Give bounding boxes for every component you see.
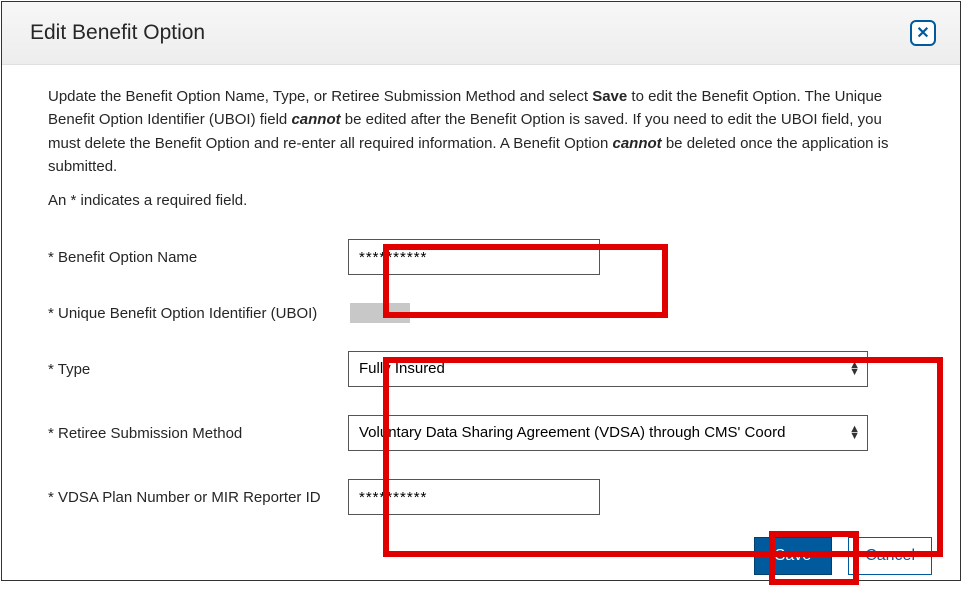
form-area: * Benefit Option Name * Unique Benefit O… xyxy=(48,239,914,515)
dialog-body: Update the Benefit Option Name, Type, or… xyxy=(2,65,960,537)
retiree-method-select[interactable]: Voluntary Data Sharing Agreement (VDSA) … xyxy=(348,415,868,451)
highlight-box-selects xyxy=(383,357,943,557)
dialog-title: Edit Benefit Option xyxy=(30,21,205,45)
row-benefit-option-name: * Benefit Option Name xyxy=(48,239,914,275)
dialog-footer: Save Cancel xyxy=(2,537,960,589)
row-uboi: * Unique Benefit Option Identifier (UBOI… xyxy=(48,303,914,323)
row-retiree-method: * Retiree Submission Method Voluntary Da… xyxy=(48,415,914,451)
row-type: * Type Fully Insured ▲▼ xyxy=(48,351,914,387)
label-uboi: * Unique Benefit Option Identifier (UBOI… xyxy=(48,305,348,322)
label-type: * Type xyxy=(48,361,348,378)
close-button[interactable]: ✕ xyxy=(910,20,936,46)
close-icon: ✕ xyxy=(916,23,929,43)
label-benefit-option-name: * Benefit Option Name xyxy=(48,249,348,266)
description-text: Update the Benefit Option Name, Type, or… xyxy=(48,85,914,178)
retiree-method-select-wrap: Voluntary Data Sharing Agreement (VDSA) … xyxy=(348,415,868,451)
dialog-header: Edit Benefit Option ✕ xyxy=(2,2,960,65)
row-vdsa-plan-number: * VDSA Plan Number or MIR Reporter ID xyxy=(48,479,914,515)
save-button[interactable]: Save xyxy=(754,537,832,575)
label-vdsa-plan-number: * VDSA Plan Number or MIR Reporter ID xyxy=(48,489,348,506)
cancel-button[interactable]: Cancel xyxy=(848,537,932,575)
label-retiree-method: * Retiree Submission Method xyxy=(48,425,348,442)
benefit-option-name-input[interactable] xyxy=(348,239,600,275)
required-field-note: An * indicates a required field. xyxy=(48,192,914,209)
type-select[interactable]: Fully Insured xyxy=(348,351,868,387)
vdsa-plan-number-input[interactable] xyxy=(348,479,600,515)
type-select-wrap: Fully Insured ▲▼ xyxy=(348,351,868,387)
edit-benefit-option-dialog: Edit Benefit Option ✕ Update the Benefit… xyxy=(1,1,961,581)
uboi-readonly-value xyxy=(350,303,410,323)
